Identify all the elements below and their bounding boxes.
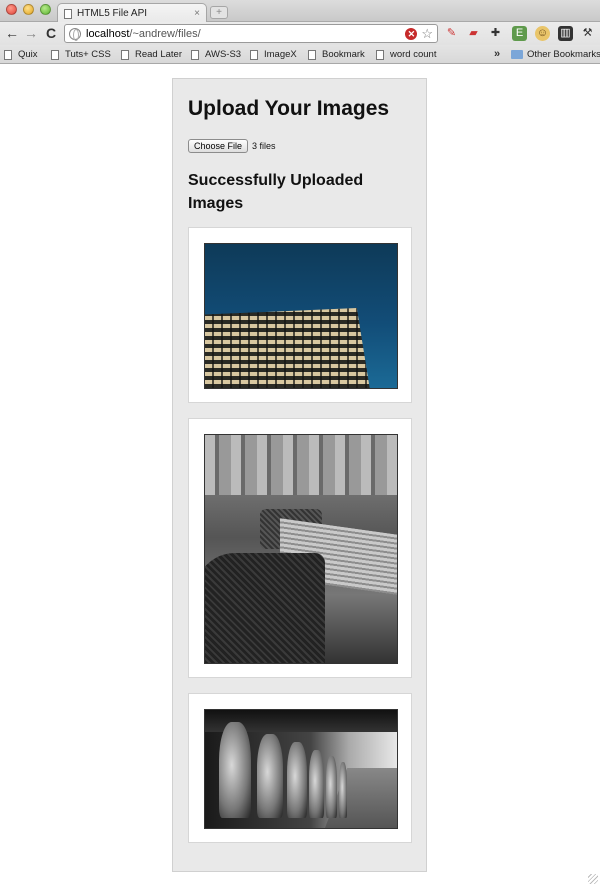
zoom-window-button[interactable] bbox=[40, 4, 51, 15]
extension-pen-icon[interactable]: ✎ bbox=[444, 26, 459, 41]
tab-title: HTML5 File API bbox=[77, 8, 148, 19]
choose-file-button[interactable]: Choose File bbox=[188, 139, 249, 153]
window-resize-grip[interactable] bbox=[588, 874, 598, 884]
bookmark-item[interactable]: Read Later bbox=[121, 49, 182, 60]
extension-face-icon[interactable]: ☺ bbox=[535, 26, 550, 41]
page-title: Upload Your Images bbox=[188, 97, 390, 120]
forward-button[interactable]: → bbox=[23, 25, 39, 41]
bookmark-label: word count bbox=[390, 49, 437, 60]
page-icon bbox=[308, 49, 316, 60]
star-bookmark-icon[interactable]: ☆ bbox=[421, 26, 433, 42]
other-bookmarks-folder[interactable]: Other Bookmarks bbox=[511, 49, 600, 60]
bookmarks-bar: Quix Tuts+ CSS Read Later AWS-S3 ImageX … bbox=[0, 45, 600, 64]
building-windows bbox=[205, 308, 370, 388]
section-heading: Successfully Uploaded Images bbox=[188, 172, 364, 212]
close-tab-icon[interactable]: × bbox=[194, 8, 200, 19]
page-icon bbox=[376, 49, 384, 60]
url-path: /~andrew/files/ bbox=[129, 27, 201, 40]
bookmark-item[interactable]: Quix bbox=[4, 49, 38, 60]
uploaded-image-card bbox=[188, 227, 412, 403]
uploaded-image-building bbox=[204, 243, 398, 389]
uploaded-image-card bbox=[188, 418, 412, 678]
bookmark-label: Bookmark bbox=[322, 49, 365, 60]
globe-icon bbox=[69, 27, 81, 41]
street-background bbox=[205, 435, 397, 495]
baluster bbox=[309, 750, 324, 818]
extension-chart-icon[interactable]: ▥ bbox=[558, 26, 573, 41]
browser-toolbar: ← → C localhost/~andrew/files/ ✕ ☆ ✎ ▰ ✚… bbox=[0, 22, 600, 45]
uploaded-image-balustrade bbox=[204, 709, 398, 829]
close-window-button[interactable] bbox=[6, 4, 17, 15]
baluster bbox=[326, 756, 337, 818]
minimize-window-button[interactable] bbox=[23, 4, 34, 15]
extension-evernote-icon[interactable]: E bbox=[512, 26, 527, 41]
baluster bbox=[257, 734, 283, 818]
extension-car-icon[interactable]: ▰ bbox=[466, 26, 481, 41]
wicker-chair bbox=[205, 553, 325, 663]
baluster bbox=[339, 762, 347, 818]
bookmarks-overflow-chevron[interactable]: » bbox=[494, 48, 500, 60]
upload-panel: Upload Your Images Choose File 3 files S… bbox=[172, 78, 427, 872]
extension-wrench-icon[interactable]: ✚ bbox=[488, 26, 503, 41]
document-icon bbox=[64, 8, 72, 19]
tab-bar: HTML5 File API × + bbox=[0, 0, 600, 23]
page-icon bbox=[4, 49, 12, 60]
stop-icon[interactable]: ✕ bbox=[405, 27, 418, 40]
new-tab-button[interactable]: + bbox=[210, 6, 228, 19]
bookmark-item[interactable]: Tuts+ CSS bbox=[51, 49, 111, 60]
uploaded-image-cafe-chairs bbox=[204, 434, 398, 664]
address-bar[interactable]: localhost/~andrew/files/ ✕ ☆ bbox=[64, 24, 438, 43]
bookmark-label: Tuts+ CSS bbox=[65, 49, 111, 60]
file-input-row: Choose File 3 files bbox=[188, 139, 276, 153]
other-bookmarks-label: Other Bookmarks bbox=[527, 49, 600, 60]
url-host: localhost bbox=[86, 27, 130, 40]
bookmark-label: Read Later bbox=[135, 49, 183, 60]
baluster bbox=[219, 722, 251, 818]
url-text[interactable]: localhost/~andrew/files/ bbox=[86, 28, 405, 40]
bookmark-label: ImageX bbox=[264, 49, 297, 60]
tab-html5-file-api[interactable]: HTML5 File API × bbox=[57, 3, 207, 23]
uploaded-image-card bbox=[188, 693, 412, 843]
bookmark-label: AWS-S3 bbox=[205, 49, 242, 60]
bookmark-item[interactable]: AWS-S3 bbox=[191, 49, 241, 60]
bookmark-item[interactable]: Bookmark bbox=[308, 49, 365, 60]
settings-wrench-icon[interactable]: ⚒ bbox=[580, 26, 595, 41]
window-controls bbox=[6, 4, 51, 15]
bookmark-item[interactable]: ImageX bbox=[250, 49, 297, 60]
page-icon bbox=[250, 49, 258, 60]
page-icon bbox=[191, 49, 199, 60]
folder-icon bbox=[511, 50, 523, 59]
page-icon bbox=[51, 49, 59, 60]
bookmark-item[interactable]: word count bbox=[376, 49, 436, 60]
bookmark-label: Quix bbox=[18, 49, 38, 60]
reload-button[interactable]: C bbox=[43, 25, 59, 41]
baluster bbox=[287, 742, 307, 818]
file-status: 3 files bbox=[252, 141, 276, 151]
back-button[interactable]: ← bbox=[4, 25, 20, 41]
page-icon bbox=[121, 49, 129, 60]
